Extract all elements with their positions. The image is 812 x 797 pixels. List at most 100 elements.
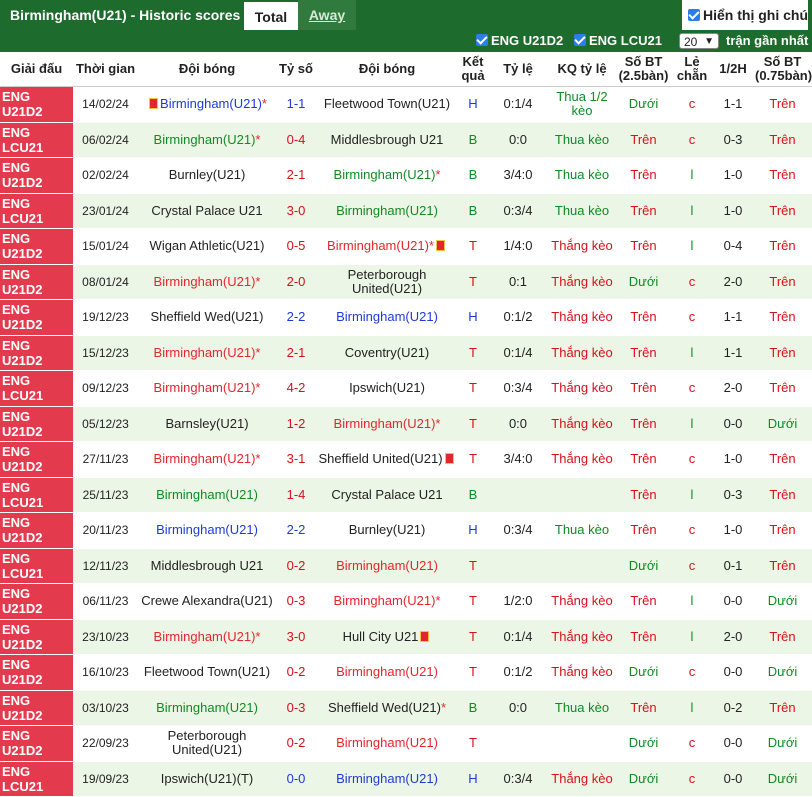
league-cell[interactable]: ENG U21D2 [0,157,73,194]
home-team-name[interactable]: Birmingham(U21) [156,487,258,502]
score-cell[interactable]: 1-2 [276,406,316,442]
league-cell[interactable]: ENG LCU21 [0,548,73,584]
home-team-cell[interactable]: Birmingham(U21) [138,477,276,513]
score-cell[interactable]: 3-0 [276,619,316,655]
away-team-cell[interactable]: Ipswich(U21) [316,370,458,407]
home-team-cell[interactable]: Birmingham(U21)* [138,370,276,407]
away-team-name[interactable]: Birmingham(U21) [327,238,429,253]
score-cell[interactable]: 4-2 [276,370,316,407]
checkbox-checked-icon[interactable] [476,34,488,46]
away-team-name[interactable]: Ipswich(U21) [349,380,425,395]
home-team-cell[interactable]: Birmingham(U21)* [138,335,276,371]
away-team-cell[interactable]: Peterborough United(U21) [316,264,458,300]
home-team-cell[interactable]: Birmingham(U21)* [138,264,276,300]
home-team-name[interactable]: Crystal Palace U21 [151,203,262,218]
score-cell[interactable]: 2-2 [276,299,316,336]
filter-league2[interactable]: ENG LCU21 [574,30,662,52]
home-team-name[interactable]: Birmingham(U21) [154,380,256,395]
table-row[interactable]: ENG U21D2 23/10/23 Birmingham(U21)* 3-0 Hull… [0,619,812,655]
league-cell[interactable]: ENG U21D2 [0,512,73,549]
league-cell[interactable]: ENG U21D2 [0,86,73,123]
away-team-name[interactable]: Fleetwood Town(U21) [324,96,450,111]
league-cell[interactable]: ENG LCU21 [0,761,73,797]
score-cell[interactable]: 0-5 [276,228,316,265]
home-team-name[interactable]: Ipswich(U21)(T) [161,771,253,786]
away-team-name[interactable]: Birmingham(U21) [336,558,438,573]
checkbox-checked-icon[interactable] [688,9,700,21]
league-cell[interactable]: ENG U21D2 [0,441,73,478]
home-team-name[interactable]: Birmingham(U21) [160,96,262,111]
table-row[interactable]: ENG U21D2 16/10/23 Fleetwood Town(U21) 0-2 B… [0,654,812,691]
league-cell[interactable]: ENG U21D2 [0,299,73,336]
home-team-name[interactable]: Barnsley(U21) [165,416,248,431]
league-cell[interactable]: ENG LCU21 [0,193,73,229]
away-team-name[interactable]: Hull City U21 [343,629,419,644]
league-cell[interactable]: ENG U21D2 [0,654,73,691]
filter-league1[interactable]: ENG U21D2 [476,30,563,52]
away-team-cell[interactable]: Birmingham(U21) [316,548,458,584]
league-cell[interactable]: ENG U21D2 [0,725,73,762]
table-row[interactable]: ENG U21D2 05/12/23 Barnsley(U21) 1-2 Birming… [0,406,812,442]
away-team-name[interactable]: Sheffield Wed(U21) [328,700,441,715]
league-cell[interactable]: ENG U21D2 [0,690,73,726]
score-cell[interactable]: 2-0 [276,264,316,300]
away-team-name[interactable]: Birmingham(U21) [334,167,436,182]
away-team-cell[interactable]: Sheffield United(U21) [316,441,458,478]
away-team-cell[interactable]: Birmingham(U21)* [316,583,458,620]
league-cell[interactable]: ENG U21D2 [0,228,73,265]
show-notes-toggle[interactable]: Hiển thị ghi chú [682,0,808,30]
home-team-cell[interactable]: Birmingham(U21) [138,512,276,549]
home-team-cell[interactable]: Crewe Alexandra(U21) [138,583,276,620]
table-row[interactable]: ENG U21D2 15/01/24 Wigan Athletic(U21) 0-5 B… [0,228,812,265]
table-row[interactable]: ENG LCU21 09/12/23 Birmingham(U21)* 4-2 Ipsw… [0,370,812,407]
home-team-name[interactable]: Birmingham(U21) [154,345,256,360]
league-cell[interactable]: ENG U21D2 [0,583,73,620]
away-team-cell[interactable]: Burnley(U21) [316,512,458,549]
away-team-cell[interactable]: Birmingham(U21)* [316,406,458,442]
table-row[interactable]: ENG U21D2 20/11/23 Birmingham(U21) 2-2 Burnl… [0,512,812,549]
away-team-cell[interactable]: Birmingham(U21) [316,761,458,797]
away-team-name[interactable]: Middlesbrough U21 [331,132,444,147]
home-team-name[interactable]: Crewe Alexandra(U21) [141,593,273,608]
score-cell[interactable]: 2-1 [276,157,316,194]
away-team-name[interactable]: Birmingham(U21) [336,309,438,324]
home-team-name[interactable]: Fleetwood Town(U21) [144,664,270,679]
match-count-select[interactable]: 20 ▼ [679,33,719,49]
table-row[interactable]: ENG LCU21 25/11/23 Birmingham(U21) 1-4 Cryst… [0,477,812,513]
league-cell[interactable]: ENG LCU21 [0,477,73,513]
home-team-cell[interactable]: Crystal Palace U21 [138,193,276,229]
away-team-cell[interactable]: Middlesbrough U21 [316,122,458,158]
away-team-cell[interactable]: Birmingham(U21) [316,193,458,229]
score-cell[interactable]: 3-1 [276,441,316,478]
score-cell[interactable]: 2-1 [276,335,316,371]
home-team-cell[interactable]: Barnsley(U21) [138,406,276,442]
table-row[interactable]: ENG U21D2 08/01/24 Birmingham(U21)* 2-0 Pete… [0,264,812,300]
table-row[interactable]: ENG LCU21 06/02/24 Birmingham(U21)* 0-4 Midd… [0,122,812,158]
league-cell[interactable]: ENG U21D2 [0,335,73,371]
away-team-name[interactable]: Birmingham(U21) [336,664,438,679]
league-cell[interactable]: ENG LCU21 [0,122,73,158]
home-team-cell[interactable]: Wigan Athletic(U21) [138,228,276,265]
score-cell[interactable]: 1-1 [276,86,316,123]
home-team-cell[interactable]: Birmingham(U21)* [138,441,276,478]
league-cell[interactable]: ENG U21D2 [0,619,73,655]
away-team-cell[interactable]: Birmingham(U21)* [316,228,458,265]
table-row[interactable]: ENG U21D2 06/11/23 Crewe Alexandra(U21) 0-3… [0,583,812,620]
home-team-name[interactable]: Birmingham(U21) [154,274,256,289]
away-team-name[interactable]: Birmingham(U21) [334,593,436,608]
score-cell[interactable]: 0-2 [276,654,316,691]
table-row[interactable]: ENG LCU21 19/09/23 Ipswich(U21)(T) 0-0 Birmi… [0,761,812,797]
table-row[interactable]: ENG U21D2 02/02/24 Burnley(U21) 2-1 Birmingh… [0,157,812,194]
away-team-name[interactable]: Crystal Palace U21 [331,487,442,502]
away-team-cell[interactable]: Crystal Palace U21 [316,477,458,513]
home-team-cell[interactable]: Ipswich(U21)(T) [138,761,276,797]
home-team-name[interactable]: Birmingham(U21) [154,629,256,644]
tab-total[interactable]: Total [244,0,298,30]
home-team-name[interactable]: Birmingham(U21) [154,451,256,466]
away-team-cell[interactable]: Birmingham(U21) [316,299,458,336]
home-team-cell[interactable]: Sheffield Wed(U21) [138,299,276,336]
home-team-cell[interactable]: Middlesbrough U21 [138,548,276,584]
home-team-name[interactable]: Burnley(U21) [169,167,246,182]
score-cell[interactable]: 2-2 [276,512,316,549]
home-team-cell[interactable]: Birmingham(U21)* [138,619,276,655]
